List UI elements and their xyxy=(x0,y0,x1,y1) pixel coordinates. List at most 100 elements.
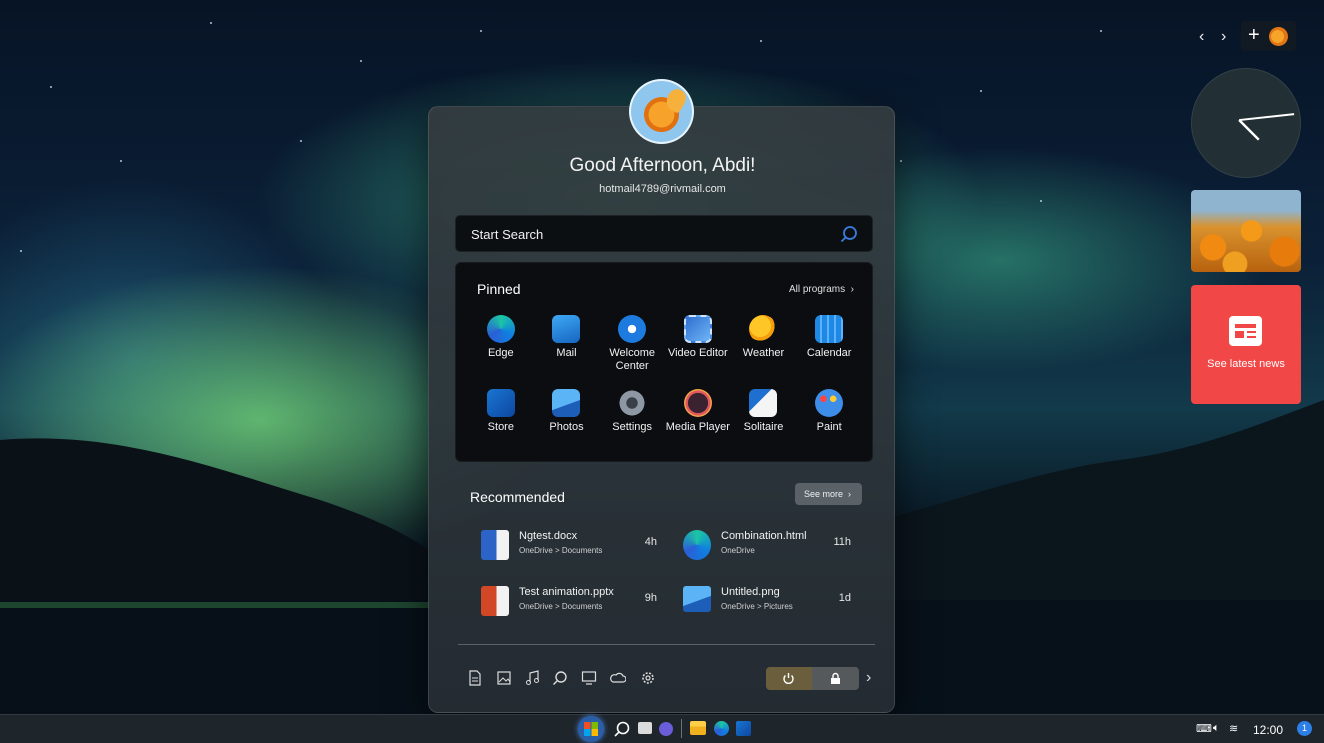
powerpoint-file-icon xyxy=(481,586,509,616)
app-label: Solitaire xyxy=(743,421,784,433)
app-label: Store xyxy=(487,421,514,433)
recommended-name: Combination.html xyxy=(721,530,807,542)
file-explorer-icon[interactable] xyxy=(690,721,706,735)
app-label: Calendar xyxy=(806,347,852,359)
start-button[interactable] xyxy=(578,716,604,742)
pinned-app-settings[interactable]: Settings xyxy=(599,389,665,451)
app-label: Photos xyxy=(549,421,584,433)
search-icon[interactable] xyxy=(552,670,568,686)
volume-icon[interactable]: 🔈︎ xyxy=(1213,722,1220,735)
recommended-path: OneDrive > Pictures xyxy=(721,602,793,611)
pinned-app-weather[interactable]: Weather xyxy=(731,315,797,377)
app-label: Edge xyxy=(487,347,514,359)
app-label: Paint xyxy=(816,421,842,433)
pinned-app-welcome-center[interactable]: Welcome Center xyxy=(599,315,665,377)
settings-icon xyxy=(618,389,647,417)
app-label: Media Player xyxy=(665,421,730,433)
see-more-label: See more xyxy=(804,489,844,499)
search-icon[interactable] xyxy=(613,720,631,738)
add-widget-icon[interactable]: + xyxy=(1248,24,1260,47)
lock-button[interactable] xyxy=(812,667,859,690)
music-icon[interactable] xyxy=(524,670,540,686)
news-widget[interactable]: See latest news xyxy=(1191,285,1301,404)
photo-widget[interactable] xyxy=(1191,190,1301,272)
recommended-name: Untitled.png xyxy=(721,586,780,598)
notification-badge[interactable]: 1 xyxy=(1297,721,1312,736)
all-programs-label: All programs xyxy=(788,284,846,295)
divider xyxy=(681,719,682,738)
image-file-icon xyxy=(683,586,711,612)
account-email: hotmail4789@rivmail.com xyxy=(599,183,726,195)
edge-file-icon xyxy=(683,530,711,560)
onedrive-icon[interactable] xyxy=(610,670,626,686)
news-icon xyxy=(1229,316,1262,346)
keyboard-icon[interactable]: ⌨ xyxy=(1196,722,1212,735)
pinned-grid: Edge Mail Welcome Center Video Editor We… xyxy=(468,315,862,451)
wifi-icon[interactable]: ≋ xyxy=(1229,722,1238,735)
mail-icon xyxy=(552,315,581,343)
paint-icon xyxy=(815,389,844,417)
previous-page-icon[interactable]: ‹ xyxy=(1199,28,1204,46)
start-search-box[interactable]: Start Search xyxy=(455,215,873,252)
app-label: Video Editor xyxy=(667,347,728,359)
pinned-app-edge[interactable]: Edge xyxy=(468,315,534,377)
pinned-app-solitaire[interactable]: Solitaire xyxy=(731,389,797,451)
pinned-app-media-player[interactable]: Media Player xyxy=(665,389,731,451)
clock-time[interactable]: 12:00 xyxy=(1253,723,1283,737)
settings-icon[interactable] xyxy=(640,670,656,686)
recommended-item[interactable]: Test animation.pptx OneDrive > Documents… xyxy=(471,582,671,622)
pinned-app-video-editor[interactable]: Video Editor xyxy=(665,315,731,377)
clock-widget[interactable] xyxy=(1191,68,1301,178)
search-icon xyxy=(840,226,857,243)
app-label: Weather xyxy=(742,347,785,359)
edge-icon xyxy=(486,315,515,343)
documents-icon[interactable] xyxy=(467,670,483,686)
recommended-time: 9h xyxy=(644,592,657,604)
pinned-section: Pinned All programs › Edge Mail Welcome … xyxy=(455,262,873,462)
desktop-icon[interactable] xyxy=(581,670,597,686)
recommended-name: Test animation.pptx xyxy=(519,586,614,598)
chevron-right-icon: › xyxy=(847,284,854,295)
store-icon[interactable] xyxy=(736,721,751,736)
next-page-icon[interactable]: › xyxy=(1221,28,1226,46)
recommended-time: 11h xyxy=(833,536,851,548)
recommended-time: 4h xyxy=(644,536,657,548)
recommended-item[interactable]: Ngtest.docx OneDrive > Documents 4h xyxy=(471,526,671,566)
recommended-item[interactable]: Untitled.png OneDrive > Pictures 1d xyxy=(673,582,873,622)
power-button[interactable] xyxy=(766,667,812,690)
welcome-center-icon xyxy=(618,315,647,343)
pinned-app-photos[interactable]: Photos xyxy=(534,389,600,451)
avatar[interactable] xyxy=(629,79,694,144)
power-icon xyxy=(783,673,794,684)
chat-icon[interactable] xyxy=(659,722,673,736)
pinned-app-store[interactable]: Store xyxy=(468,389,534,451)
recommended-path: OneDrive > Documents xyxy=(519,546,603,555)
word-file-icon xyxy=(481,530,509,560)
app-label: Settings xyxy=(612,421,653,433)
pinned-app-paint[interactable]: Paint xyxy=(796,389,862,451)
recommended-time: 1d xyxy=(838,592,851,604)
pictures-icon[interactable] xyxy=(496,670,512,686)
pinned-title: Pinned xyxy=(477,281,521,297)
lock-icon xyxy=(831,672,840,684)
photos-icon xyxy=(552,389,581,417)
store-icon xyxy=(486,389,515,417)
recommended-name: Ngtest.docx xyxy=(519,530,578,542)
chevron-right-icon[interactable]: › xyxy=(866,669,871,687)
recommended-path: OneDrive > Documents xyxy=(519,602,603,611)
weather-icon xyxy=(749,315,778,343)
edge-icon[interactable] xyxy=(714,721,729,736)
all-programs-link[interactable]: All programs › xyxy=(789,284,854,295)
avatar-icon[interactable] xyxy=(1269,27,1288,46)
pinned-app-mail[interactable]: Mail xyxy=(534,315,600,377)
task-view-icon[interactable] xyxy=(638,722,652,734)
recommended-item[interactable]: Combination.html OneDrive 11h xyxy=(673,526,873,566)
pinned-app-calendar[interactable]: Calendar xyxy=(796,315,862,377)
chevron-right-icon: › xyxy=(845,489,852,499)
solitaire-icon xyxy=(749,389,778,417)
windows-logo-icon xyxy=(584,722,598,736)
see-more-button[interactable]: See more › xyxy=(795,483,862,505)
video-editor-icon xyxy=(683,315,712,343)
media-player-icon xyxy=(683,389,712,417)
recommended-path: OneDrive xyxy=(721,546,755,555)
